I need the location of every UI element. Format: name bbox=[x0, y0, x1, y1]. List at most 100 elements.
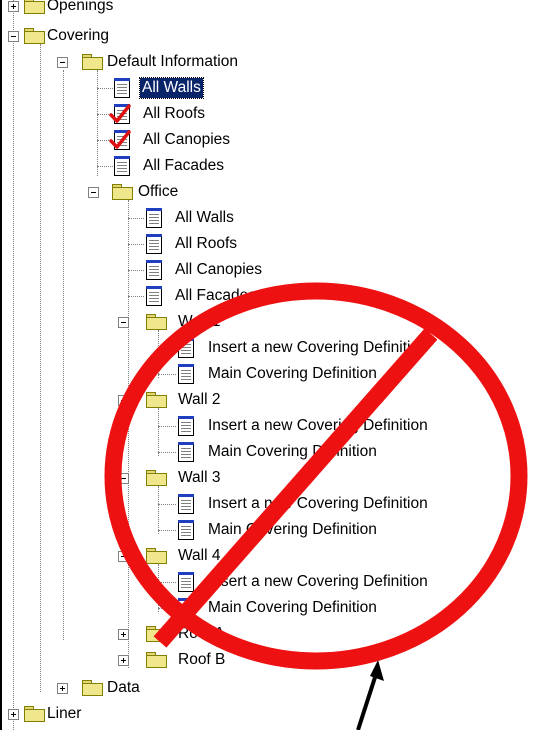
tree-node-all-roofs-office[interactable]: All Roofs bbox=[0, 234, 300, 260]
tree-connector bbox=[158, 608, 176, 609]
tree-node-label: Default Information bbox=[107, 53, 238, 70]
tree-view: Openings Covering Default Information Al… bbox=[0, 0, 533, 730]
tree-connector bbox=[97, 166, 113, 167]
document-icon bbox=[178, 520, 194, 540]
tree-node-insert-covering-definition[interactable]: Insert a new Covering Definition bbox=[0, 494, 470, 520]
document-icon bbox=[146, 234, 162, 254]
tree-node-label: Main Covering Definition bbox=[208, 365, 377, 382]
tree-node-label: All Walls bbox=[175, 209, 234, 226]
tree-connector bbox=[158, 504, 176, 505]
tree-node-roof-a[interactable]: Roof A bbox=[0, 624, 300, 650]
tree-connector bbox=[158, 530, 176, 531]
expand-icon[interactable] bbox=[118, 655, 129, 666]
tree-node-label: Roof A bbox=[178, 625, 225, 642]
tree-node-label: All Facades bbox=[143, 157, 224, 174]
folder-icon bbox=[82, 54, 103, 70]
tree-node-label: Liner bbox=[47, 705, 82, 722]
tree-node-data[interactable]: Data bbox=[0, 678, 300, 704]
expand-icon[interactable] bbox=[57, 683, 68, 694]
tree-node-all-canopies-office[interactable]: All Canopies bbox=[0, 260, 300, 286]
tree-node-covering[interactable]: Covering bbox=[0, 26, 300, 52]
collapse-icon[interactable] bbox=[88, 187, 99, 198]
document-icon bbox=[146, 260, 162, 280]
tree-node-label: Covering bbox=[47, 27, 110, 44]
tree-node-insert-covering-definition[interactable]: Insert a new Covering Definition bbox=[0, 416, 470, 442]
tree-connector bbox=[128, 270, 144, 271]
collapse-icon[interactable] bbox=[118, 473, 129, 484]
tree-node-label: Wall 4 bbox=[178, 547, 221, 564]
tree-node-default-information[interactable]: Default Information bbox=[0, 52, 320, 78]
tree-connector bbox=[128, 218, 144, 219]
tree-node-label: All Facades bbox=[175, 287, 256, 304]
tree-node-all-facades-office[interactable]: All Facades bbox=[0, 286, 300, 312]
tree-node-main-covering-definition[interactable]: Main Covering Definition bbox=[0, 364, 470, 390]
tree-node-label: Main Covering Definition bbox=[208, 599, 377, 616]
tree-connector bbox=[158, 582, 176, 583]
tree-node-wall-1[interactable]: Wall 1 bbox=[0, 312, 300, 338]
folder-icon bbox=[82, 680, 103, 696]
collapse-icon[interactable] bbox=[8, 31, 19, 42]
tree-node-label: Insert a new Covering Definition bbox=[208, 417, 428, 434]
tree-node-label: All Canopies bbox=[175, 261, 263, 278]
tree-node-label: All Roofs bbox=[143, 105, 206, 122]
document-icon bbox=[178, 494, 194, 514]
expand-icon[interactable] bbox=[118, 629, 129, 640]
folder-icon bbox=[146, 548, 167, 564]
tree-node-label: Openings bbox=[47, 0, 114, 14]
tree-node-label: Insert a new Covering Definition bbox=[208, 573, 428, 590]
tree-node-label: All Walls bbox=[139, 77, 204, 99]
collapse-icon[interactable] bbox=[118, 317, 129, 328]
tree-node-wall-3[interactable]: Wall 3 bbox=[0, 468, 300, 494]
tree-node-office[interactable]: Office bbox=[0, 182, 300, 208]
tree-node-all-canopies-default[interactable]: All Canopies bbox=[0, 130, 300, 156]
checkmark-icon bbox=[109, 130, 131, 149]
tree-node-roof-b[interactable]: Roof B bbox=[0, 650, 300, 676]
tree-node-label: Wall 2 bbox=[178, 391, 221, 408]
tree-node-all-roofs-default[interactable]: All Roofs bbox=[0, 104, 300, 130]
folder-icon bbox=[146, 470, 167, 486]
expand-icon[interactable] bbox=[8, 1, 19, 12]
tree-node-insert-covering-definition[interactable]: Insert a new Covering Definition bbox=[0, 338, 470, 364]
tree-node-label: Wall 1 bbox=[178, 313, 221, 330]
tree-node-all-walls-default[interactable]: All Walls bbox=[0, 77, 300, 104]
tree-node-main-covering-definition[interactable]: Main Covering Definition bbox=[0, 598, 470, 624]
tree-node-label: Office bbox=[138, 183, 179, 200]
checkmark-icon bbox=[109, 104, 131, 123]
document-icon bbox=[146, 208, 162, 228]
tree-node-main-covering-definition[interactable]: Main Covering Definition bbox=[0, 442, 470, 468]
tree-connector bbox=[128, 244, 144, 245]
document-icon bbox=[178, 572, 194, 592]
folder-icon bbox=[146, 392, 167, 408]
document-icon bbox=[178, 416, 194, 436]
folder-icon bbox=[146, 314, 167, 330]
tree-node-main-covering-definition[interactable]: Main Covering Definition bbox=[0, 520, 470, 546]
tree-node-all-walls-office[interactable]: All Walls bbox=[0, 208, 300, 234]
tree-node-liner[interactable]: Liner bbox=[0, 704, 300, 730]
document-icon bbox=[178, 442, 194, 462]
tree-connector bbox=[128, 296, 144, 297]
tree-connector bbox=[158, 374, 176, 375]
tree-node-label: Wall 3 bbox=[178, 469, 221, 486]
tree-node-label: Main Covering Definition bbox=[208, 521, 377, 538]
tree-node-insert-covering-definition[interactable]: Insert a new Covering Definition bbox=[0, 572, 470, 598]
folder-icon bbox=[146, 626, 167, 642]
collapse-icon[interactable] bbox=[57, 57, 68, 68]
tree-node-label: Roof B bbox=[178, 651, 226, 668]
tree-node-label: All Canopies bbox=[143, 131, 231, 148]
tree-node-openings[interactable]: Openings bbox=[0, 0, 300, 22]
expand-icon[interactable] bbox=[8, 709, 19, 720]
folder-icon bbox=[24, 28, 45, 44]
folder-icon bbox=[112, 184, 133, 200]
tree-node-label: Main Covering Definition bbox=[208, 443, 377, 460]
tree-node-wall-4[interactable]: Wall 4 bbox=[0, 546, 300, 572]
tree-node-label: Data bbox=[107, 679, 140, 696]
document-icon bbox=[178, 598, 194, 618]
document-icon bbox=[178, 338, 194, 358]
tree-node-wall-2[interactable]: Wall 2 bbox=[0, 390, 300, 416]
collapse-icon[interactable] bbox=[118, 395, 129, 406]
tree-node-all-facades-default[interactable]: All Facades bbox=[0, 156, 300, 182]
tree-node-label: Insert a new Covering Definition bbox=[208, 495, 428, 512]
document-icon bbox=[146, 286, 162, 306]
folder-icon bbox=[146, 652, 167, 668]
collapse-icon[interactable] bbox=[118, 551, 129, 562]
